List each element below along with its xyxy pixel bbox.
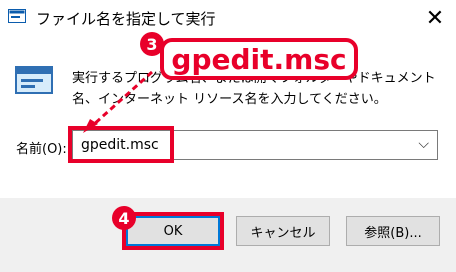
- step-4-badge: 4: [112, 206, 136, 230]
- browse-button[interactable]: 参照(B)...: [346, 216, 440, 246]
- open-field-label: 名前(O):: [16, 142, 67, 157]
- cancel-button[interactable]: キャンセル: [236, 216, 330, 246]
- step-3-badge: 3: [140, 32, 164, 56]
- input-highlight: [68, 126, 174, 163]
- run-dialog-icon: [15, 66, 53, 94]
- close-icon[interactable]: ✕: [420, 4, 450, 32]
- window-title: ファイル名を指定して実行: [36, 10, 216, 28]
- callout-bubble: gpedit.msc: [160, 38, 358, 80]
- title-bar: ファイル名を指定して実行 ✕: [0, 0, 456, 36]
- ok-highlight: [122, 212, 224, 250]
- run-app-icon: [8, 9, 26, 23]
- chevron-down-icon[interactable]: ⌵: [418, 136, 429, 152]
